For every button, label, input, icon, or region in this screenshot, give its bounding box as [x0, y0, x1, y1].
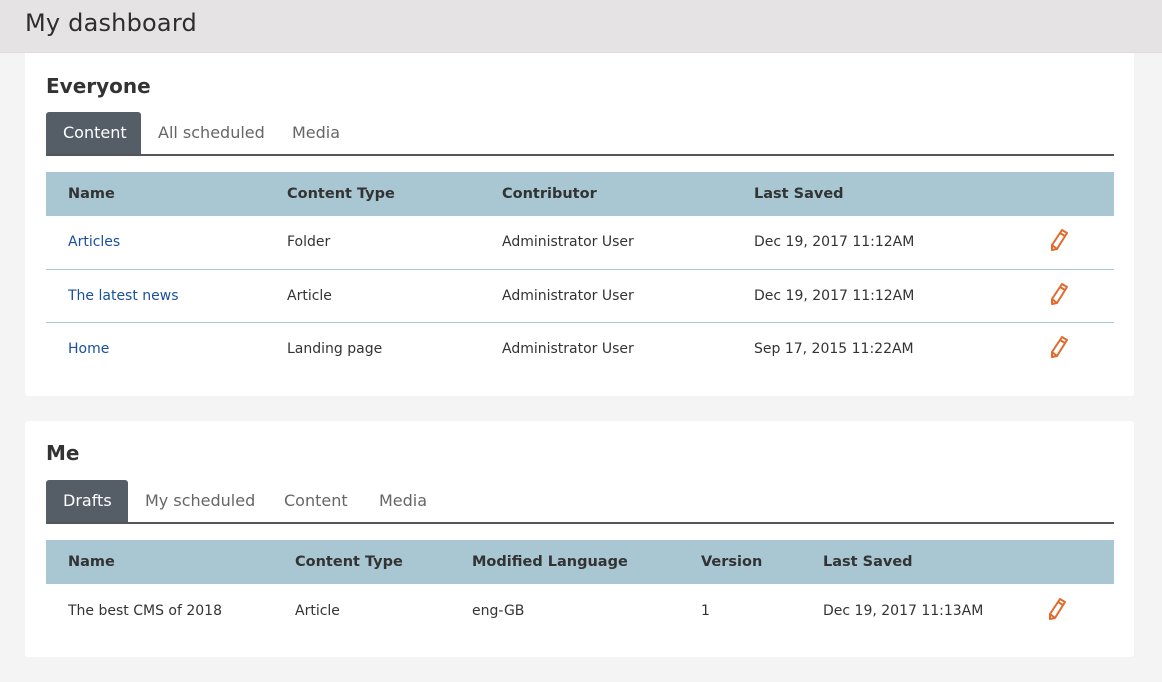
actions-cell	[1012, 322, 1114, 375]
contributor-cell: Administrator User	[480, 216, 732, 270]
tab-media[interactable]: Media	[362, 480, 444, 522]
contributor-cell: Administrator User	[502, 340, 634, 357]
me-drafts-table: Name Content Type Modified Language Vers…	[46, 540, 1114, 637]
me-panel: Me Drafts My scheduled Content Media Nam…	[25, 421, 1134, 657]
pencil-icon[interactable]	[1048, 228, 1070, 252]
everyone-tabs: Content All scheduled Media	[46, 112, 1114, 156]
top-bar: My dashboard	[0, 0, 1162, 53]
content-type-cell: Folder	[265, 216, 480, 270]
content-type-cell: Article	[265, 269, 480, 323]
everyone-content-table: Name Content Type Contributor Last Saved…	[46, 172, 1114, 375]
everyone-title: Everyone	[46, 74, 151, 98]
tab-content[interactable]: Content	[46, 112, 141, 154]
column-header-name: Name	[68, 554, 115, 570]
table-row: Articles Folder Administrator User Dec 1…	[46, 216, 1114, 270]
table-row: The best CMS of 2018 Article eng-GB 1 De…	[46, 584, 1114, 637]
version-cell: 1	[701, 602, 710, 619]
tab-drafts[interactable]: Drafts	[46, 480, 128, 522]
last-saved-cell: Dec 19, 2017 11:13AM	[823, 602, 984, 619]
actions-cell	[1012, 269, 1114, 323]
pencil-icon[interactable]	[1048, 282, 1070, 306]
column-header-contributor: Contributor	[502, 186, 597, 202]
tab-all-scheduled[interactable]: All scheduled	[141, 112, 282, 154]
table-header-row: Name Content Type Modified Language Vers…	[46, 540, 1114, 584]
content-name-link[interactable]: Articles	[46, 216, 265, 270]
content-name-link[interactable]: Home	[46, 322, 265, 375]
page-title: My dashboard	[25, 9, 197, 37]
content-name-link[interactable]: The latest news	[46, 269, 265, 323]
everyone-panel: Everyone Content All scheduled Media Nam…	[25, 53, 1134, 396]
tab-content[interactable]: Content	[267, 480, 365, 522]
column-header-modified-language: Modified Language	[472, 554, 628, 570]
contributor-cell: Administrator User	[480, 269, 732, 323]
draft-name-cell[interactable]: The best CMS of 2018	[46, 584, 273, 637]
actions-cell	[1031, 584, 1114, 637]
table-row: The latest news Article Administrator Us…	[46, 269, 1114, 323]
pencil-icon[interactable]	[1046, 597, 1068, 621]
column-header-content-type: Content Type	[287, 186, 395, 202]
column-header-last-saved: Last Saved	[823, 554, 913, 570]
column-header-actions	[1031, 540, 1114, 584]
column-header-actions	[1012, 172, 1114, 216]
modified-language-cell: eng-GB	[472, 602, 525, 619]
actions-cell	[1012, 216, 1114, 270]
content-type-cell: Article	[295, 602, 340, 619]
column-header-last-saved: Last Saved	[754, 186, 844, 202]
last-saved-cell: Sep 17, 2015 11:22AM	[754, 340, 914, 357]
column-header-version: Version	[701, 554, 763, 570]
tab-media[interactable]: Media	[275, 112, 357, 154]
last-saved-cell: Dec 19, 2017 11:12AM	[732, 269, 1012, 323]
me-title: Me	[46, 441, 80, 465]
tab-my-scheduled[interactable]: My scheduled	[128, 480, 272, 522]
column-header-name: Name	[68, 186, 115, 202]
column-header-content-type: Content Type	[295, 554, 403, 570]
me-tabs: Drafts My scheduled Content Media	[46, 480, 1114, 524]
pencil-icon[interactable]	[1048, 335, 1070, 359]
content-type-cell: Landing page	[287, 340, 383, 357]
table-row: Home Landing page Administrator User Sep…	[46, 322, 1114, 375]
last-saved-cell: Dec 19, 2017 11:12AM	[732, 216, 1012, 270]
table-header-row: Name Content Type Contributor Last Saved	[46, 172, 1114, 216]
